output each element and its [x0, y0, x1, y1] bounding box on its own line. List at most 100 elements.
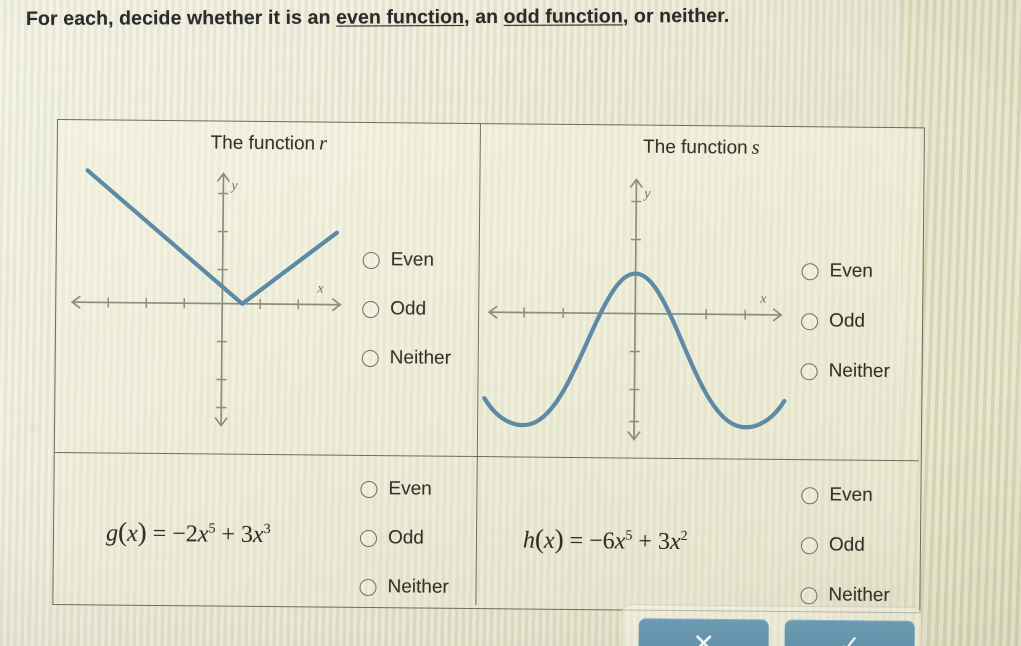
axis-y-r — [214, 172, 231, 428]
option-label: Neither — [828, 584, 890, 607]
formula-h-term1-coefficient: 6 — [602, 528, 615, 555]
radio-icon[interactable] — [800, 362, 818, 380]
axis-y-label-s: y — [642, 187, 651, 202]
options-r: Even Odd Neither — [361, 249, 452, 370]
radio-icon[interactable] — [362, 251, 380, 269]
formula-h-term2-sign: + — [638, 529, 653, 556]
check-icon: ✓ — [838, 630, 862, 646]
cell-title-r: The function r — [58, 130, 480, 157]
radio-icon[interactable] — [801, 487, 819, 505]
option-label: Even — [390, 249, 435, 271]
option-g-even[interactable]: Even — [360, 478, 449, 501]
option-g-neither[interactable]: Neither — [359, 576, 449, 599]
radio-icon[interactable] — [360, 480, 378, 498]
photo-background: For each, decide whether it is an even f… — [0, 0, 1021, 646]
cross-icon: ✕ — [692, 628, 716, 646]
radio-icon[interactable] — [362, 300, 380, 318]
option-label: Odd — [387, 527, 425, 549]
formula-g-term2-coefficient: 3 — [240, 522, 254, 549]
option-s-even[interactable]: Even — [801, 260, 890, 283]
formula-h-term1-variable: x — [614, 528, 626, 555]
prompt-link-odd-function: odd function — [503, 5, 623, 28]
radio-icon[interactable] — [359, 578, 377, 596]
cell-title-s-prefix: The function — [642, 136, 748, 159]
equals-sign: = — [569, 528, 584, 555]
formula-g-term1-exponent: 5 — [208, 521, 216, 537]
option-h-even[interactable]: Even — [801, 485, 890, 508]
graph-r: x y — [63, 162, 356, 435]
paren-close: ) — [554, 524, 564, 555]
option-s-odd[interactable]: Odd — [801, 310, 890, 333]
radio-icon[interactable] — [800, 587, 818, 605]
formula-h-term2-exponent: 2 — [680, 529, 688, 545]
radio-icon[interactable] — [361, 349, 379, 367]
radio-icon[interactable] — [359, 529, 378, 547]
radio-icon[interactable] — [801, 262, 819, 280]
option-label: Even — [829, 260, 873, 282]
cell-function-s: The function s x y Even Odd Neither — [478, 124, 922, 462]
option-label: Odd — [828, 534, 865, 557]
smudge — [28, 424, 38, 431]
cell-function-h: h(x) = −6x5 + 3x2 Even Odd Neither — [476, 456, 919, 610]
prompt-tail: , or neither. — [622, 4, 730, 28]
radio-icon[interactable] — [801, 312, 819, 330]
option-r-even[interactable]: Even — [362, 249, 452, 272]
table-row-formulas: g(x) = −2x5 + 3x3 Even Odd Neither h(x) … — [53, 452, 920, 610]
cell-function-r: The function r x y Even Odd Neither — [54, 120, 481, 459]
axis-x-label-r: x — [316, 281, 324, 296]
option-label: Neither — [387, 576, 449, 599]
formula-h-term1-exponent: 5 — [625, 528, 633, 544]
prompt-link-even-function: even function — [336, 6, 465, 29]
prompt-lead: For each, decide whether it is an — [25, 6, 337, 30]
formula-h-arg: x — [543, 528, 555, 555]
clear-button[interactable]: ✕ — [638, 618, 769, 646]
option-r-odd[interactable]: Odd — [362, 298, 451, 321]
cell-title-s: The function s — [481, 134, 922, 161]
option-label: Odd — [828, 310, 866, 332]
axis-y-label-r: y — [229, 179, 238, 194]
formula-g-name: g — [105, 520, 119, 548]
formula-g-term1-sign: − — [172, 521, 186, 548]
graph-s: x y — [480, 168, 793, 449]
option-label: Neither — [828, 360, 890, 383]
formula-h-term2-coefficient: 3 — [657, 529, 671, 556]
formula-g-term2-sign: + — [221, 522, 236, 549]
cell-title-r-prefix: The function — [210, 132, 316, 155]
page-title: For each, decide whether it is an even f… — [26, 4, 926, 31]
cell-function-g: g(x) = −2x5 + 3x3 Even Odd Neither — [53, 452, 478, 606]
option-s-neither[interactable]: Neither — [800, 360, 890, 383]
paren-open: ( — [117, 517, 128, 548]
axis-x-r — [70, 295, 342, 312]
prompt-mid: , an — [464, 5, 504, 29]
check-button[interactable]: ✓ — [784, 619, 915, 646]
table-row-graphs: The function r x y Even Odd Neither The … — [54, 120, 924, 462]
formula-g-arg: x — [126, 521, 138, 548]
option-r-neither[interactable]: Neither — [361, 347, 452, 370]
formula-g-term2-variable: x — [252, 522, 264, 549]
option-label: Neither — [389, 347, 452, 369]
cell-title-s-name: s — [751, 136, 760, 159]
radio-icon[interactable] — [800, 537, 819, 555]
axis-x-label-s: x — [759, 292, 767, 307]
option-g-odd[interactable]: Odd — [359, 527, 449, 550]
formula-g-term1-variable: x — [197, 521, 209, 548]
paren-open: ( — [534, 524, 545, 555]
formula-g: g(x) = −2x5 + 3x3 — [106, 517, 271, 550]
formula-h-name: h — [522, 527, 536, 555]
option-h-odd[interactable]: Odd — [800, 534, 890, 558]
formula-g-term2-exponent: 3 — [263, 522, 271, 538]
question-table: The function r x y Even Odd Neither The … — [52, 119, 925, 614]
option-h-neither[interactable]: Neither — [800, 584, 890, 608]
options-g: Even Odd Neither — [359, 478, 449, 599]
formula-h-term1-sign: − — [589, 528, 603, 555]
options-h: Even Odd Neither — [800, 485, 890, 608]
curve-r — [85, 168, 340, 306]
paren-close: ) — [137, 517, 147, 548]
option-label: Even — [388, 478, 432, 501]
axis-y-s — [627, 178, 644, 441]
option-label: Odd — [390, 298, 427, 320]
formula-h-term2-variable: x — [669, 529, 681, 556]
formula-g-term1-coefficient: 2 — [185, 521, 198, 548]
bottom-button-bar: ✕ ✓ — [621, 604, 922, 646]
options-s: Even Odd Neither — [800, 260, 891, 383]
